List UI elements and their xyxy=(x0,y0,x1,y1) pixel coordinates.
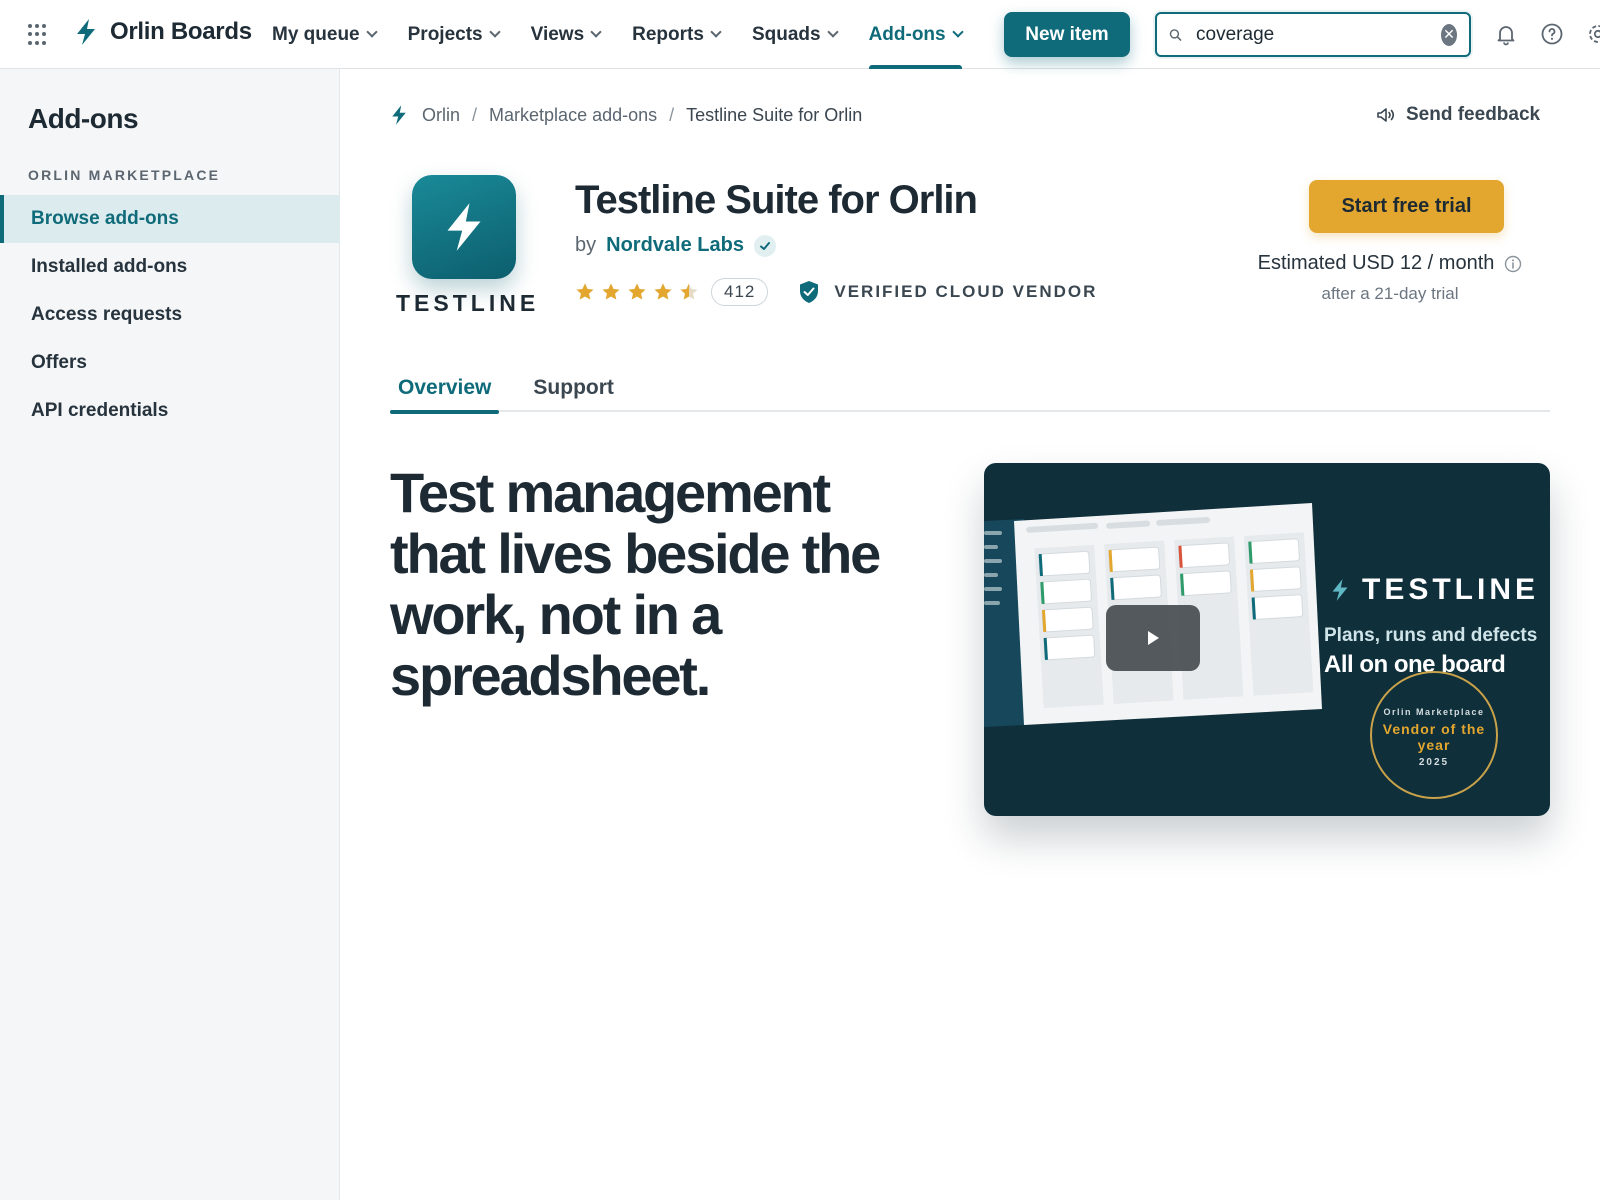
nav-views[interactable]: Views xyxy=(515,0,617,69)
app-name: Orlin Boards xyxy=(110,18,252,45)
vendor-link[interactable]: Nordvale Labs xyxy=(606,234,744,257)
sidebar: Add-ons ORLIN MARKETPLACE Browse add-ons… xyxy=(0,69,340,1200)
verified-label: VERIFIED CLOUD VENDOR xyxy=(834,282,1098,301)
star-icon xyxy=(654,283,672,300)
search-box[interactable]: ✕ xyxy=(1155,12,1471,57)
nav-projects[interactable]: Projects xyxy=(392,0,515,69)
sidebar-section-label: ORLIN MARKETPLACE xyxy=(28,167,221,183)
chevron-down-icon xyxy=(710,26,722,38)
hero-headline: Test management that lives beside the wo… xyxy=(390,461,881,707)
star-icon xyxy=(602,283,620,300)
product-logo xyxy=(412,175,516,279)
nav-reports[interactable]: Reports xyxy=(616,0,736,69)
star-icon xyxy=(680,283,698,300)
top-icons xyxy=(1494,22,1600,46)
play-button[interactable] xyxy=(1106,605,1200,671)
product-tabs: Overview Support xyxy=(390,364,1550,414)
nav-label: Add-ons xyxy=(868,23,946,45)
sidebar-title: Add-ons xyxy=(28,103,139,134)
app-brand[interactable]: Orlin Boards xyxy=(74,18,252,46)
nav-add-ons[interactable]: Add-ons xyxy=(853,0,978,69)
breadcrumb-current: Testline Suite for Orlin xyxy=(686,104,863,125)
award-title: Vendor of the year xyxy=(1382,721,1486,753)
award-year: 2025 xyxy=(1418,757,1450,768)
sidebar-item-browse-add-ons[interactable]: Browse add-ons xyxy=(0,195,340,243)
price-note: after a 21-day trial xyxy=(1321,284,1459,303)
new-item-button[interactable]: New item xyxy=(1004,12,1130,57)
sidebar-item-installed-add-ons[interactable]: Installed add-ons xyxy=(0,243,340,291)
info-icon[interactable] xyxy=(1504,255,1522,273)
tab-support[interactable]: Support xyxy=(525,364,621,412)
price-estimate: Estimated USD 12 / month xyxy=(1230,252,1550,275)
verified-check-icon xyxy=(753,234,776,257)
media-tagline-1: Plans, runs and defects xyxy=(1324,625,1538,646)
nav-label: Squads xyxy=(751,23,821,45)
apps-grid-icon[interactable] xyxy=(28,24,50,46)
sidebar-item-offers[interactable]: Offers xyxy=(0,339,340,387)
nav-label: My queue xyxy=(272,23,360,45)
sidebar-item-access-requests[interactable]: Access requests xyxy=(0,291,340,339)
review-count[interactable]: 412 xyxy=(711,278,769,306)
chevron-down-icon xyxy=(365,26,378,38)
award-badge: Orlin Marketplace Vendor of the year 202… xyxy=(1370,671,1498,799)
search-input[interactable] xyxy=(1196,23,1442,46)
help-icon[interactable] xyxy=(1540,22,1564,46)
send-feedback-button[interactable]: Send feedback xyxy=(1376,104,1540,126)
breadcrumb: Orlin / Marketplace add-ons / Testline S… xyxy=(390,104,862,126)
megaphone-icon xyxy=(1377,108,1395,122)
shield-check-icon xyxy=(800,281,819,303)
star-icon xyxy=(628,283,646,300)
bell-icon[interactable] xyxy=(1494,22,1518,46)
breadcrumb-link-marketplace[interactable]: Marketplace add-ons xyxy=(489,105,657,126)
chevron-down-icon xyxy=(951,26,964,38)
clear-icon[interactable]: ✕ xyxy=(1441,23,1457,46)
star-rating[interactable] xyxy=(575,282,699,302)
verified-vendor-badge: VERIFIED CLOUD VENDOR xyxy=(798,280,1097,304)
star-icon xyxy=(576,283,594,300)
product-title: Testline Suite for Orlin xyxy=(575,178,978,222)
nav-my-queue[interactable]: My queue xyxy=(256,0,392,69)
price-text: Estimated USD 12 / month xyxy=(1257,252,1495,274)
award-org: Orlin Marketplace xyxy=(1383,707,1485,717)
byline-prefix: by xyxy=(575,234,597,256)
media-brand-text: TESTLINE xyxy=(1362,573,1540,606)
bolt-icon xyxy=(1332,579,1348,601)
breadcrumb-link-orlin[interactable]: Orlin xyxy=(422,105,460,126)
sidebar-list: Browse add-ons Installed add-ons Access … xyxy=(0,195,340,435)
rating-row: 412 VERIFIED CLOUD VENDOR xyxy=(575,278,1097,306)
tab-overview[interactable]: Overview xyxy=(390,364,500,414)
bolt-icon xyxy=(77,19,95,45)
product-byline: by Nordvale Labs xyxy=(575,234,776,257)
top-bar: Orlin Boards My queue Projects Views Rep… xyxy=(0,0,1600,69)
breadcrumb-separator: / xyxy=(472,104,478,125)
chevron-down-icon xyxy=(590,26,602,38)
search-icon xyxy=(1169,28,1182,41)
nav-squads[interactable]: Squads xyxy=(736,0,853,69)
product-logo-word: TESTLINE xyxy=(396,290,540,316)
nav-label: Projects xyxy=(407,23,483,45)
play-icon xyxy=(1148,631,1159,645)
chevron-down-icon xyxy=(488,26,501,38)
sidebar-item-api-credentials[interactable]: API credentials xyxy=(0,387,340,435)
nav-label: Reports xyxy=(632,23,704,45)
chevron-down-icon xyxy=(826,26,839,38)
main-nav: My queue Projects Views Reports Squads A… xyxy=(256,0,978,69)
bolt-icon xyxy=(392,105,406,125)
bolt-icon xyxy=(447,203,481,251)
start-free-trial-button[interactable]: Start free trial xyxy=(1309,180,1504,233)
feedback-label: Send feedback xyxy=(1406,104,1541,125)
media-brand: TESTLINE xyxy=(1330,573,1539,607)
breadcrumb-separator: / xyxy=(669,104,675,125)
gear-icon[interactable] xyxy=(1586,22,1600,46)
product-video[interactable]: TESTLINE Plans, runs and defects All on … xyxy=(984,463,1550,816)
nav-label: Views xyxy=(530,23,585,45)
